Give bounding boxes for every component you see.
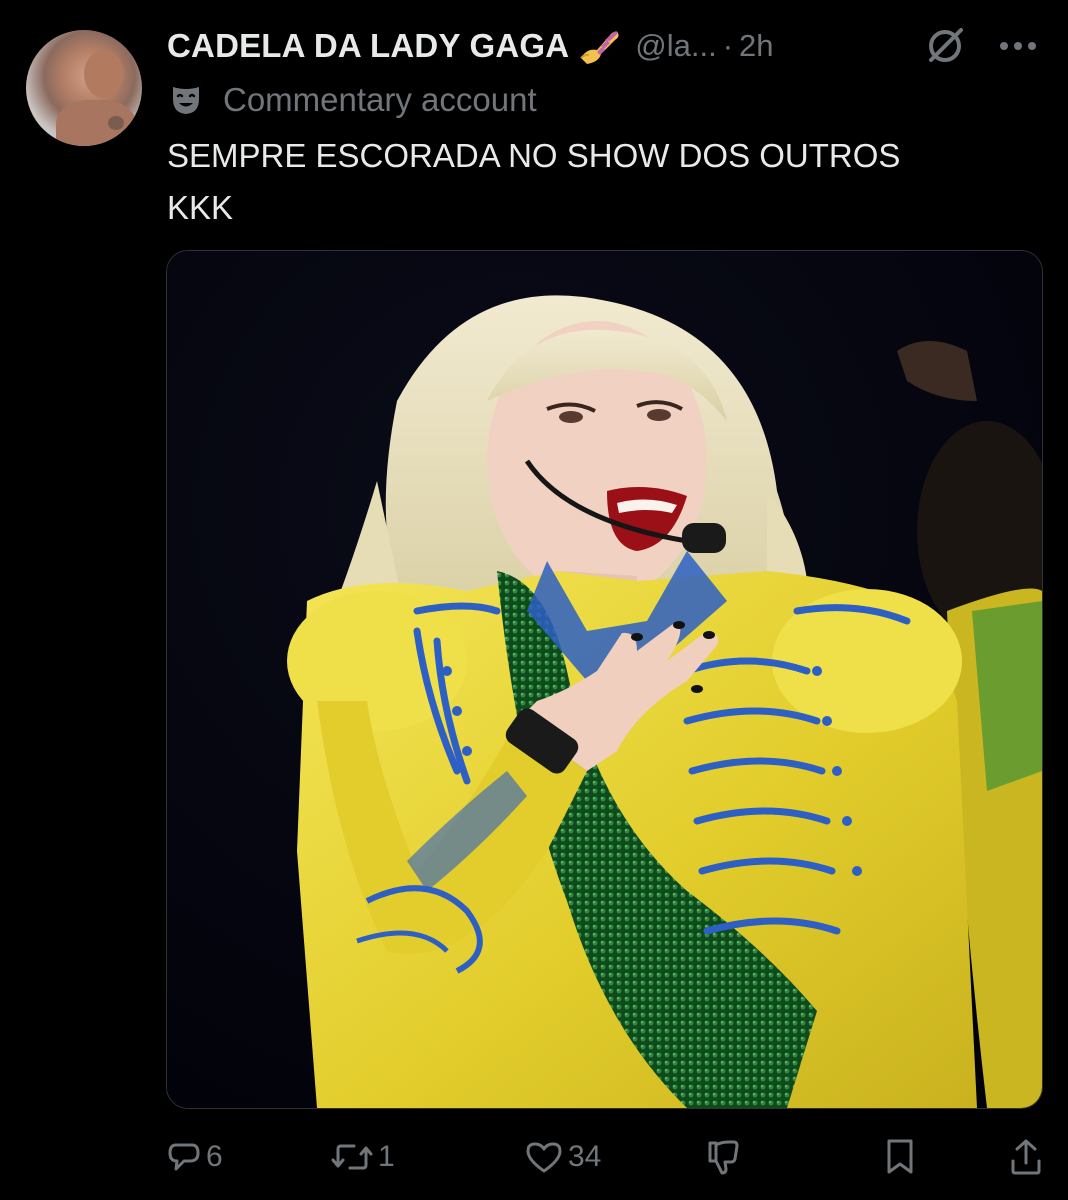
dislike-icon bbox=[705, 1137, 741, 1177]
reply-icon bbox=[166, 1139, 202, 1175]
account-label-text: Commentary account bbox=[223, 81, 537, 118]
post-text-line: KKK bbox=[167, 189, 234, 226]
author-avatar[interactable] bbox=[26, 30, 142, 146]
grok-icon[interactable] bbox=[925, 26, 965, 66]
share-icon bbox=[1008, 1137, 1044, 1177]
avatar-torso bbox=[56, 100, 136, 146]
theater-mask-icon bbox=[169, 83, 203, 117]
like-icon bbox=[524, 1139, 564, 1175]
like-button[interactable]: 34 bbox=[524, 1132, 601, 1182]
separator-dot: · bbox=[722, 28, 734, 63]
bookmark-icon bbox=[884, 1137, 916, 1177]
repost-button[interactable]: 1 bbox=[330, 1132, 395, 1182]
author-display-name[interactable]: CADELA DA LADY GAGA bbox=[167, 27, 569, 65]
nail-polish-icon bbox=[577, 24, 621, 68]
reply-count: 6 bbox=[206, 1140, 223, 1173]
avatar-face bbox=[84, 50, 124, 98]
repost-icon bbox=[330, 1139, 374, 1175]
post-media-image[interactable] bbox=[166, 250, 1043, 1109]
like-count: 34 bbox=[568, 1140, 602, 1173]
author-handle[interactable]: @la... bbox=[635, 28, 716, 64]
dislike-button[interactable] bbox=[705, 1132, 741, 1182]
post-header: CADELA DA LADY GAGA @la... · 2h bbox=[167, 22, 1047, 70]
avatar-tattoo bbox=[108, 116, 124, 130]
post-timestamp[interactable]: 2h bbox=[739, 28, 773, 64]
post-text: SEMPRE ESCORADA NO SHOW DOS OUTROS KKK bbox=[167, 130, 1037, 234]
account-label: Commentary account bbox=[167, 78, 537, 122]
bookmark-button[interactable] bbox=[884, 1132, 916, 1182]
share-button[interactable] bbox=[1008, 1132, 1044, 1182]
reply-button[interactable]: 6 bbox=[166, 1132, 223, 1182]
more-options-icon[interactable] bbox=[996, 34, 1040, 58]
post-action-bar: 6 1 34 bbox=[0, 1132, 1068, 1182]
repost-count: 1 bbox=[378, 1140, 395, 1173]
post-text-line: SEMPRE ESCORADA NO SHOW DOS OUTROS bbox=[167, 137, 901, 174]
